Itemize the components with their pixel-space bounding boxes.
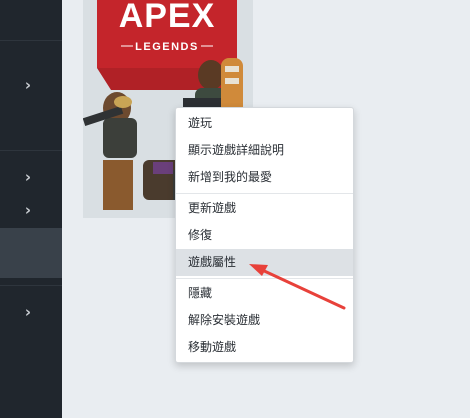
menu-separator	[176, 278, 353, 279]
menu-separator	[176, 193, 353, 194]
chevron-right-icon[interactable]: ›	[22, 203, 34, 218]
menu-item-play[interactable]: 遊玩	[176, 110, 353, 137]
chevron-right-icon[interactable]: ›	[22, 170, 34, 185]
menu-item-add-favorite[interactable]: 新增到我的最愛	[176, 164, 353, 191]
sidebar-divider	[0, 150, 62, 151]
menu-item-hide[interactable]: 隱藏	[176, 280, 353, 307]
cover-subtitle: LEGENDS	[135, 41, 199, 53]
sidebar: › › › ›	[0, 0, 62, 418]
menu-item-move-game[interactable]: 移動遊戲	[176, 334, 353, 361]
sidebar-item-active[interactable]	[0, 228, 62, 278]
menu-item-uninstall[interactable]: 解除安裝遊戲	[176, 307, 353, 334]
menu-item-game-properties[interactable]: 遊戲屬性	[176, 249, 353, 276]
chevron-right-icon[interactable]: ›	[22, 305, 34, 320]
context-menu: 遊玩 顯示遊戲詳細說明 新增到我的最愛 更新遊戲 修復 遊戲屬性 隱藏 解除安裝…	[175, 107, 354, 363]
sidebar-divider	[0, 40, 62, 41]
menu-item-show-details[interactable]: 顯示遊戲詳細說明	[176, 137, 353, 164]
chevron-right-icon[interactable]: ›	[22, 78, 34, 93]
menu-item-update-game[interactable]: 更新遊戲	[176, 195, 353, 222]
menu-item-repair[interactable]: 修復	[176, 222, 353, 249]
cover-title: APEX	[119, 0, 216, 35]
sidebar-divider	[0, 285, 62, 286]
